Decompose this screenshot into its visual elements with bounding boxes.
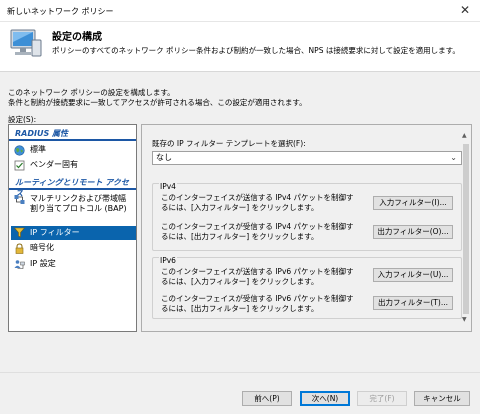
ipv6-output-filter-button[interactable]: 出力フィルター(T)...: [373, 296, 453, 310]
sidebar-item-encryption[interactable]: 暗号化: [11, 243, 136, 254]
globe-icon: [14, 145, 25, 156]
intro-line-1: このネットワーク ポリシーの設定を構成します。: [8, 88, 175, 97]
network-link-icon: [14, 195, 25, 204]
ipv4-input-description: このインターフェイスが送信する IPv4 パケットを制御するには、[入力フィルタ…: [161, 193, 354, 212]
window-title: 新しいネットワーク ポリシー: [7, 7, 114, 16]
next-button[interactable]: 次へ(N): [300, 391, 350, 406]
wizard-header: 設定の構成 ポリシーのすべてのネットワーク ポリシー条件および制約が一致した場合…: [0, 22, 480, 72]
ipv4-group-label: IPv4: [159, 182, 177, 191]
ipv4-output-filter-button[interactable]: 出力フィルター(O)...: [373, 225, 453, 239]
sidebar-item-vendor-specific[interactable]: ベンダー固有: [11, 160, 136, 171]
ipv4-group: IPv4 このインターフェイスが送信する IPv4 パケットを制御するには、[入…: [152, 182, 462, 251]
category-radius-attributes: RADIUS 属性: [9, 128, 136, 141]
sidebar-item-label: IP 設定: [30, 259, 56, 268]
settings-detail-panel: 既存の IP フィルター テンプレートを選択(F): なし ⌄ IPv4 このイ…: [141, 124, 472, 332]
close-icon[interactable]: ✕: [460, 3, 470, 17]
ipv6-output-description: このインターフェイスが受信する IPv6 パケットを制御するには、[出力フィルタ…: [161, 294, 354, 313]
intro-text: このネットワーク ポリシーの設定を構成します。 条件と制約が接続要求に一致してア…: [8, 88, 307, 108]
network-users-icon: [14, 260, 25, 269]
sidebar-item-label: マルチリンクおよび帯域幅割り当てプロトコル (BAP): [30, 194, 127, 213]
ipv6-group: IPv6 このインターフェイスが送信する IPv6 パケットを制御するには、[入…: [152, 256, 462, 319]
template-label: 既存の IP フィルター テンプレートを選択(F):: [152, 139, 306, 148]
category-routing-remote-access: ルーティングとリモート アクセス: [9, 177, 136, 198]
sidebar-item-multilink-bap[interactable]: マルチリンクおよび帯域幅割り当てプロトコル (BAP): [11, 194, 136, 214]
filter-funnel-icon: [14, 227, 25, 238]
template-select-value: なし: [156, 153, 172, 162]
sidebar-item-label: 標準: [30, 145, 46, 154]
previous-button[interactable]: 前へ(P): [242, 391, 292, 406]
sidebar-item-label: 暗号化: [30, 243, 54, 252]
lock-icon: [15, 243, 24, 254]
scroll-up-icon[interactable]: ▲: [462, 132, 467, 139]
cancel-button[interactable]: キャンセル: [414, 391, 470, 406]
computer-monitor-icon: [10, 29, 42, 57]
template-select[interactable]: なし ⌄: [152, 151, 462, 165]
detail-scrollbar[interactable]: ▲ ▼: [461, 132, 471, 324]
title-bar: 新しいネットワーク ポリシー ✕: [0, 0, 480, 22]
page-title: 設定の構成: [52, 32, 102, 43]
sidebar-item-label: ベンダー固有: [30, 160, 78, 169]
page-description: ポリシーのすべてのネットワーク ポリシー条件および制約が一致した場合、NPS は…: [52, 46, 460, 55]
checkbox-icon: [14, 160, 25, 171]
wizard-footer: 前へ(P) 次へ(N) 完了(F) キャンセル: [0, 372, 480, 414]
sidebar-item-ip-settings[interactable]: IP 設定: [11, 259, 136, 270]
sidebar-item-label: IP フィルター: [30, 228, 80, 237]
sidebar-item-standard[interactable]: 標準: [11, 145, 136, 156]
settings-tree: RADIUS 属性 標準 ベンダー固有 ルーティングとリモート アクセス マルチ…: [8, 124, 137, 332]
ipv6-group-label: IPv6: [159, 256, 177, 265]
ipv6-input-description: このインターフェイスが送信する IPv6 パケットを制御するには、[入力フィルタ…: [161, 267, 354, 286]
scrollbar-thumb[interactable]: [463, 144, 469, 314]
finish-button[interactable]: 完了(F): [357, 391, 407, 406]
scroll-down-icon[interactable]: ▼: [462, 316, 467, 323]
ipv4-input-filter-button[interactable]: 入力フィルター(I)...: [373, 196, 453, 210]
chevron-down-icon: ⌄: [450, 153, 457, 162]
ipv4-output-description: このインターフェイスが受信する IPv4 パケットを制御するには、[出力フィルタ…: [161, 222, 354, 241]
sidebar-item-ip-filter[interactable]: IP フィルター: [11, 226, 136, 240]
ipv6-input-filter-button[interactable]: 入力フィルター(U)...: [373, 268, 453, 282]
intro-line-2: 条件と制約が接続要求に一致してアクセスが許可される場合、この設定が適用されます。: [8, 98, 307, 107]
